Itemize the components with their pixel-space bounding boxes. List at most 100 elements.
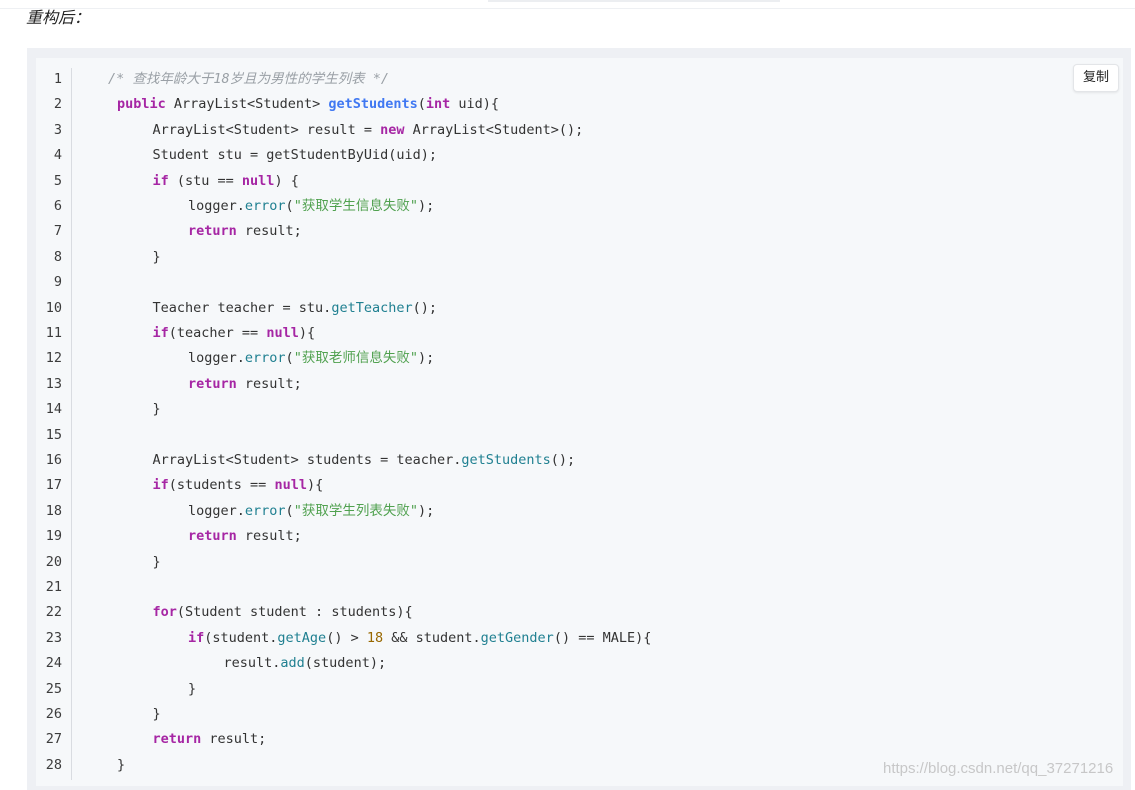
code-token: return <box>188 375 237 392</box>
code-token: null <box>241 172 275 189</box>
line-number: 17 <box>45 477 62 494</box>
copy-button[interactable]: 复制 <box>1073 64 1119 92</box>
line-number: 12 <box>45 350 62 367</box>
code-line: Teacher teacher = stu.getTeacher(); <box>153 296 437 321</box>
line-number: 4 <box>53 147 62 164</box>
code-token: } <box>188 680 197 697</box>
line-number: 19 <box>45 528 62 545</box>
code-token: for <box>152 604 177 621</box>
code-token: ArrayList<Student>(); <box>404 121 584 138</box>
code-line: public ArrayList<Student> getStudents(in… <box>117 92 499 117</box>
line-number: 13 <box>45 375 62 392</box>
line-number: 20 <box>45 553 62 570</box>
code-token: (); <box>412 299 437 316</box>
line-number: 3 <box>53 121 62 138</box>
code-line: Student stu = getStudentByUid(uid); <box>153 143 437 168</box>
line-number: 5 <box>53 172 62 189</box>
code-token: ); <box>417 350 435 367</box>
code-token: } <box>152 706 161 722</box>
line-number: 15 <box>45 426 62 443</box>
code-token: ){ <box>298 325 316 341</box>
code-token: Teacher teacher = stu. <box>152 299 332 316</box>
code-token: "获取老师信息失败" <box>293 350 418 367</box>
code-token: error <box>244 350 286 367</box>
code-token: () > <box>326 629 367 646</box>
line-number: 14 <box>45 401 62 418</box>
line-number: 1 <box>53 71 62 87</box>
code-token: ( <box>285 350 294 367</box>
code-token: ( <box>285 502 294 519</box>
code-token: /* 查找年龄大于18岁且为男性的学生列表 */ <box>108 71 390 87</box>
line-number: 9 <box>53 274 62 291</box>
code-token: } <box>152 401 161 418</box>
code-token: getGender <box>480 629 554 646</box>
code-token: ArrayList<Student> students = teacher. <box>152 452 462 468</box>
code-token: } <box>117 756 126 773</box>
line-number: 21 <box>45 579 62 595</box>
code-token: if <box>152 172 169 189</box>
code-token: Student stu = getStudentByUid(uid); <box>152 147 437 164</box>
code-token: ) { <box>274 172 299 189</box>
code-line: return result; <box>188 524 302 549</box>
code-token: 18 <box>366 629 384 646</box>
code-token: getTeacher <box>331 299 413 316</box>
code-token: getAge <box>277 629 327 646</box>
code-token: result; <box>201 731 267 748</box>
code-token: return <box>188 528 237 545</box>
code-line: result.add(student); <box>224 651 387 676</box>
line-number: 22 <box>45 604 62 621</box>
line-number: 7 <box>53 223 62 240</box>
code-token: result; <box>236 528 302 545</box>
code-line: ArrayList<Student> students = teacher.ge… <box>153 448 576 473</box>
code-token: null <box>266 325 299 341</box>
code-token: result; <box>236 223 302 240</box>
line-number: 2 <box>53 96 62 113</box>
code-line: logger.error("获取学生信息失败"); <box>188 194 434 219</box>
code-token: logger. <box>188 350 245 367</box>
code-token: uid){ <box>450 96 500 113</box>
line-number: 25 <box>45 680 62 697</box>
code-line: if (stu == null) { <box>153 169 299 194</box>
code-token: ( <box>417 96 426 113</box>
line-number: 23 <box>45 629 62 646</box>
code-token: (student. <box>204 629 278 646</box>
section-heading: 重构后： <box>26 8 91 27</box>
code-line: } <box>117 753 125 778</box>
code-token: (teacher == <box>168 325 267 341</box>
line-number: 16 <box>45 452 62 468</box>
code-line: } <box>153 397 161 422</box>
code-token: new <box>380 121 405 138</box>
code-line: ArrayList<Student> result = new ArrayLis… <box>153 118 584 143</box>
code-line: } <box>153 550 161 575</box>
code-token: () == MALE){ <box>553 629 652 646</box>
code-token: if <box>152 477 169 494</box>
code-line: if(student.getAge() > 18 && student.getG… <box>188 626 651 651</box>
top-tab-indicator <box>488 0 780 2</box>
line-number: 11 <box>45 325 62 341</box>
line-number: 6 <box>53 198 62 214</box>
line-number: 8 <box>53 248 62 265</box>
code-line: return result; <box>153 727 267 752</box>
line-number: 28 <box>45 756 62 773</box>
code-token: if <box>188 629 205 646</box>
code-line: if(teacher == null){ <box>153 321 316 346</box>
code-token: ArrayList<Student> result = <box>152 121 381 138</box>
code-line: for(Student student : students){ <box>153 600 413 625</box>
code-token: (stu == <box>168 172 242 189</box>
line-number: 18 <box>45 502 62 519</box>
code-line: /* 查找年龄大于18岁且为男性的学生列表 */ <box>108 67 389 92</box>
code-token: "获取学生列表失败" <box>293 502 418 519</box>
code-token: ArrayList<Student> <box>165 96 329 113</box>
code-token: int <box>425 96 451 113</box>
code-token: (student); <box>304 655 387 672</box>
code-token: return <box>152 731 202 748</box>
code-line: return result; <box>188 372 302 397</box>
code-token: getStudents <box>328 96 418 113</box>
code-token: logger. <box>188 502 245 519</box>
code-token: ); <box>417 502 435 519</box>
code-token: ); <box>417 198 435 214</box>
code-token: add <box>280 655 305 672</box>
code-line: if(students == null){ <box>153 473 324 498</box>
code-token: getStudents <box>461 452 551 468</box>
code-token: error <box>244 502 286 519</box>
